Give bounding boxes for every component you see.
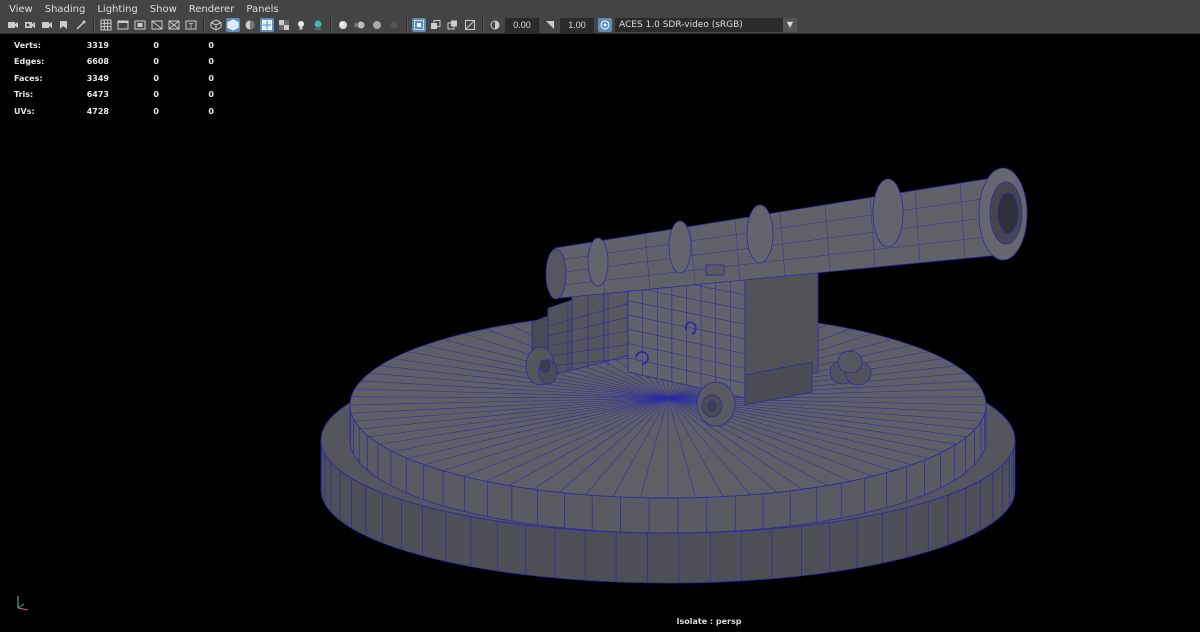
screen-space-ao-icon[interactable] [336, 18, 350, 32]
viewport-panel-menubar: View Shading Lighting Show Renderer Pane… [0, 0, 1200, 34]
exposure-field[interactable] [505, 17, 539, 33]
shadows-icon[interactable] [311, 18, 325, 32]
view-transform-value: ACES 1.0 SDR-video (sRGB) [619, 20, 743, 30]
cannon-model[interactable] [0, 34, 1200, 617]
menu-show[interactable]: Show [150, 3, 177, 17]
multisample-aa-icon[interactable] [370, 18, 384, 32]
wireframe-icon[interactable] [209, 18, 223, 32]
view-transform-icon[interactable] [598, 18, 612, 32]
menu-renderer[interactable]: Renderer [189, 3, 235, 17]
menu-view[interactable]: View [9, 3, 33, 17]
select-camera-icon[interactable] [6, 18, 20, 32]
gamma-field[interactable] [560, 17, 594, 33]
toolbar-separator [482, 18, 484, 32]
gate-mask-icon[interactable] [150, 18, 164, 32]
svg-text:T: T [188, 22, 194, 30]
motion-blur-icon[interactable] [353, 18, 367, 32]
toolbar-separator [406, 18, 408, 32]
xray-icon[interactable] [429, 18, 443, 32]
hud-row-edges: Edges: 6608 0 0 [14, 57, 214, 67]
isolate-select-icon[interactable] [412, 18, 426, 32]
hud-row-tris: Tris: 6473 0 0 [14, 90, 214, 100]
grid-icon[interactable] [99, 18, 113, 32]
use-all-lights-icon[interactable] [294, 18, 308, 32]
hud-row-faces: Faces: 3349 0 0 [14, 73, 214, 83]
wireframe-on-shaded-icon[interactable] [260, 18, 274, 32]
menu-shading[interactable]: Shading [45, 3, 86, 17]
toolbar-separator [330, 18, 332, 32]
smooth-shade-icon[interactable] [226, 18, 240, 32]
resolution-gate-icon[interactable] [133, 18, 147, 32]
film-gate-icon[interactable] [116, 18, 130, 32]
toolbar-separator [203, 18, 205, 32]
depth-of-field-icon[interactable] [387, 18, 401, 32]
hud-row-verts: Verts: 3319 0 0 [14, 40, 214, 50]
chevron-down-icon: ▼ [783, 18, 797, 32]
gamma-icon[interactable] [543, 18, 557, 32]
textured-icon[interactable] [277, 18, 291, 32]
camera-attributes-icon[interactable] [23, 18, 37, 32]
camera-name-label: Isolate : persp [676, 617, 742, 626]
toolbar-separator [93, 18, 95, 32]
field-chart-icon[interactable] [167, 18, 181, 32]
hud-row-uvs: UVs: 4728 0 0 [14, 106, 214, 116]
poly-count-hud: Verts: 3319 0 0 Edges: 6608 0 0 Faces: 3… [14, 37, 214, 120]
panel-toolbar: T ACES 1.0 SDR-video (sRGB) ▼ [6, 17, 797, 33]
view-transform-dropdown[interactable]: ACES 1.0 SDR-video (sRGB) ▼ [615, 18, 797, 32]
xray-joints-icon[interactable] [446, 18, 460, 32]
menu-lighting[interactable]: Lighting [97, 3, 137, 17]
safe-action-icon[interactable]: T [184, 18, 198, 32]
default-material-icon[interactable] [243, 18, 257, 32]
image-plane-icon[interactable] [57, 18, 71, 32]
2d-pan-zoom-icon[interactable] [74, 18, 88, 32]
panel-menu: View Shading Lighting Show Renderer Pane… [0, 3, 282, 17]
menu-panels[interactable]: Panels [246, 3, 278, 17]
exposure-icon[interactable] [488, 18, 502, 32]
bookmarks-icon[interactable] [40, 18, 54, 32]
xray-components-icon[interactable] [463, 18, 477, 32]
